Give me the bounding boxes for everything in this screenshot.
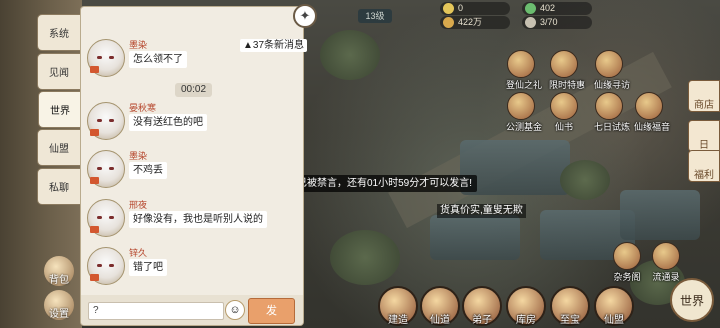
emoji-icon[interactable]: ☺ — [225, 300, 245, 320]
scroll-icon — [652, 242, 680, 270]
jade-icon — [525, 3, 536, 14]
coin-icon — [443, 17, 454, 28]
send-button[interactable]: 发 — [248, 298, 295, 324]
message-bubble: 怎么领不了 — [129, 51, 187, 68]
sender-name[interactable]: 晏秋寒 — [129, 101, 156, 114]
immortal-path-button[interactable]: 仙道 — [420, 286, 460, 326]
new-messages-indicator[interactable]: ▲37条新消息 — [240, 39, 308, 52]
event-icon[interactable]: 仙书 — [549, 92, 579, 133]
shop-button[interactable]: 商店 — [688, 80, 720, 112]
badge-icon — [90, 66, 99, 73]
badge-icon — [90, 274, 99, 281]
tab-world[interactable]: 世界 — [38, 91, 82, 128]
event-icon[interactable]: 七日试炼 — [594, 92, 630, 133]
tab-system[interactable]: 系统 — [37, 14, 81, 51]
build-button[interactable]: 建造 — [378, 286, 418, 326]
welfare-button[interactable]: 福利 — [688, 150, 720, 182]
sender-name[interactable]: 邢夜 — [129, 198, 147, 211]
trade-button[interactable]: 流通录 — [651, 242, 681, 283]
avatar[interactable] — [87, 247, 125, 285]
avatar[interactable] — [87, 199, 125, 237]
event-icon[interactable]: 仙缘寻访 — [594, 50, 630, 91]
avatar[interactable] — [87, 150, 125, 188]
resource-spirit[interactable]: 0 — [440, 2, 510, 15]
bag-button[interactable]: 背包 — [44, 256, 74, 286]
search-icon — [595, 50, 623, 78]
event-icon[interactable]: 限时特惠 — [549, 50, 585, 91]
tab-private[interactable]: 私聊 — [37, 168, 81, 205]
storage-button[interactable]: 库房 — [506, 286, 546, 326]
sale-icon — [550, 50, 578, 78]
fund-icon — [507, 92, 535, 120]
scene-tree — [330, 230, 400, 285]
message-bubble: 错了吧 — [129, 259, 167, 276]
avatar[interactable] — [87, 39, 125, 77]
sender-name[interactable]: 墨染 — [129, 38, 147, 51]
event-icon[interactable]: 登仙之礼 — [506, 50, 542, 91]
chores-button[interactable]: 杂务阁 — [612, 242, 642, 283]
avatar[interactable] — [87, 102, 125, 140]
pavilion-icon — [613, 242, 641, 270]
message-bubble: 不鸡丢 — [129, 162, 167, 179]
gift-icon — [507, 50, 535, 78]
tab-news[interactable]: 见闻 — [37, 53, 81, 90]
tab-alliance[interactable]: 仙盟 — [37, 129, 81, 166]
scene-tree — [560, 160, 610, 200]
resource-disciples[interactable]: 3/70 — [522, 16, 592, 29]
daily-button[interactable]: 日 — [688, 120, 720, 152]
chat-panel: 墨染 怎么领不了 00:02 晏秋寒 没有送红色的吧 墨染 不鸡丢 邢夜 好像没… — [80, 6, 304, 326]
badge-icon — [90, 226, 99, 233]
mute-toast: 您已被禁言，还有01小时59分才可以发言! — [282, 175, 478, 192]
trial-icon — [595, 92, 623, 120]
chat-input[interactable]: ? — [88, 302, 224, 320]
scene-tree — [320, 30, 380, 80]
timestamp: 00:02 — [175, 83, 213, 97]
spirit-icon — [443, 3, 454, 14]
settings-button[interactable]: 设置 — [44, 290, 74, 320]
badge-icon — [90, 177, 99, 184]
disciple-icon — [525, 17, 536, 28]
sender-name[interactable]: 锌久 — [129, 246, 147, 259]
badge-icon — [90, 129, 99, 136]
world-map-button[interactable]: 世界 — [670, 278, 714, 322]
sender-name[interactable]: 墨染 — [129, 149, 147, 162]
treasure-button[interactable]: 至宝 — [550, 286, 590, 326]
alliance-button[interactable]: 仙盟 — [594, 286, 634, 326]
message-bubble: 没有送红色的吧 — [129, 114, 207, 131]
scene-building — [620, 190, 700, 240]
chat-input-row: ? ☺ 发 — [81, 295, 303, 325]
message-bubble: 好像没有，我也是听别人说的 — [129, 211, 267, 228]
shop-sign: 货真价实,童叟无欺 — [437, 204, 526, 218]
close-icon[interactable]: ✦ — [293, 4, 317, 28]
event-icon[interactable]: 公测基金 — [506, 92, 542, 133]
scene-building — [430, 215, 520, 260]
blessing-icon — [635, 92, 663, 120]
resource-coins[interactable]: 422万 — [440, 16, 510, 29]
book-icon — [550, 92, 578, 120]
level-badge: 13级 — [358, 9, 392, 23]
disciple-button[interactable]: 弟子 — [462, 286, 502, 326]
resource-jade[interactable]: 402 — [522, 2, 592, 15]
event-icon[interactable]: 仙缘福音 — [634, 92, 670, 133]
